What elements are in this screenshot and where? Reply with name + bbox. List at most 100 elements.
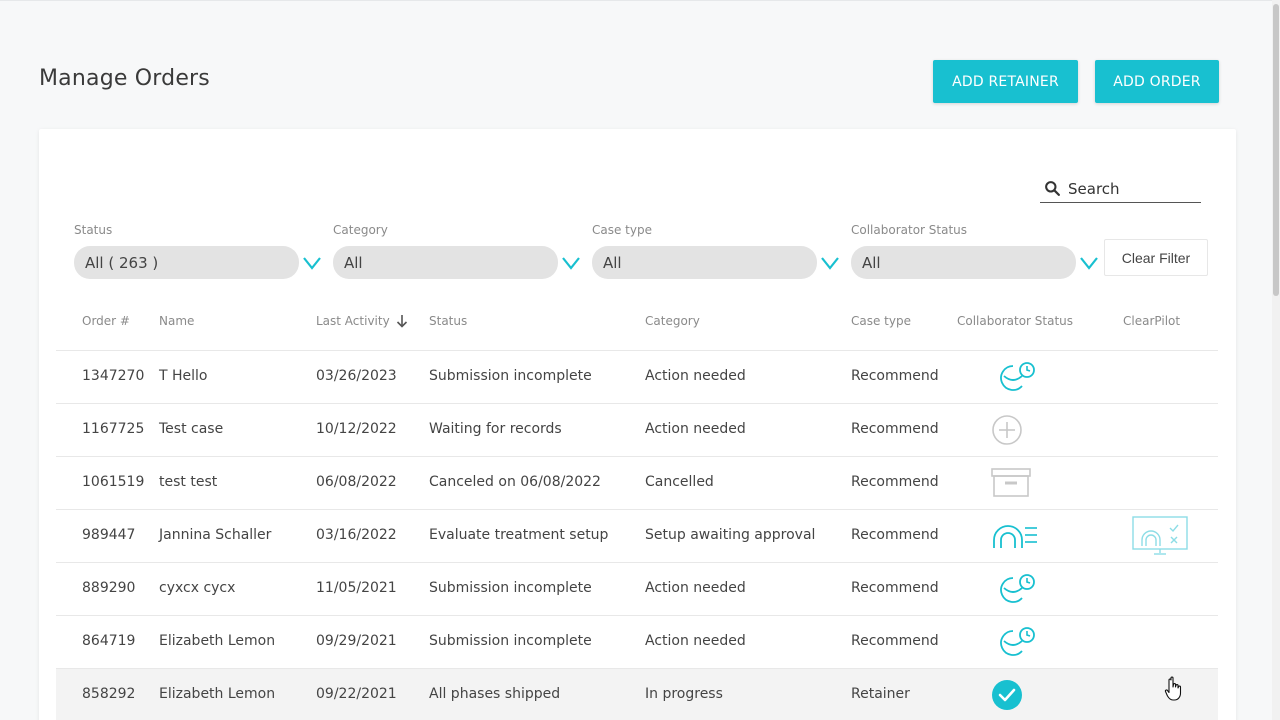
status-cell: All phases shipped (429, 686, 561, 702)
hand-cursor-icon (1164, 676, 1182, 701)
clear-filter-button[interactable]: Clear Filter (1104, 239, 1208, 276)
case-type-cell: Retainer (851, 686, 910, 702)
status-filter-select[interactable]: All ( 263 ) (74, 246, 299, 279)
status-cell: Canceled on 06/08/2022 (429, 474, 601, 490)
case-type-cell: Recommend (851, 474, 939, 490)
name-cell: T Hello (159, 368, 208, 384)
order-number-cell: 1347270 (82, 368, 145, 384)
order-number-cell: 1061519 (82, 474, 145, 490)
table-row[interactable]: 889290 cyxcx cycx 11/05/2021 Submission inc… (56, 563, 1218, 616)
status-cell: Submission incomplete (429, 368, 592, 384)
case-type-filter-label: Case type (592, 223, 652, 237)
column-order-number[interactable]: Order # (82, 314, 130, 328)
status-cell: Submission incomplete (429, 633, 592, 649)
category-cell: Action needed (645, 368, 746, 384)
column-label: Collaborator Status (957, 314, 1074, 328)
table-row[interactable]: 1167725 Test case 10/12/2022 Waiting for re… (56, 404, 1218, 457)
last-activity-cell: 03/16/2022 (316, 527, 397, 543)
name-cell: Test case (159, 421, 224, 437)
table-row[interactable]: 858292 Elizabeth Lemon 09/22/2021 All phase… (56, 669, 1218, 720)
order-number-cell: 889290 (82, 580, 136, 596)
column-label: Status (429, 314, 468, 328)
status-cell: Waiting for records (429, 421, 562, 437)
case-type-cell: Recommend (851, 368, 939, 384)
status-filter-label: Status (74, 223, 113, 237)
category-filter-select[interactable]: All (333, 246, 558, 279)
sort-descending-icon[interactable] (396, 314, 408, 328)
column-status[interactable]: Status (429, 314, 467, 328)
search-input[interactable]: Search (1040, 175, 1201, 203)
table-header: Order # Name Last Activity Status Catego… (56, 299, 1218, 351)
aligner-clock-icon[interactable] (991, 571, 1039, 607)
category-cell: Cancelled (645, 474, 714, 490)
last-activity-cell: 06/08/2022 (316, 474, 397, 490)
case-type-cell: Recommend (851, 421, 939, 437)
column-label: Category (645, 314, 700, 328)
order-number-cell: 989447 (82, 527, 136, 543)
last-activity-cell: 09/22/2021 (316, 686, 397, 702)
chevron-down-icon[interactable] (302, 254, 322, 272)
name-cell: test test (159, 474, 218, 490)
chevron-down-icon[interactable] (561, 254, 581, 272)
column-category[interactable]: Category (645, 314, 700, 328)
column-last-activity[interactable]: Last Activity (316, 314, 408, 328)
last-activity-cell: 10/12/2022 (316, 421, 397, 437)
category-cell: In progress (645, 686, 723, 702)
plus-circle-icon[interactable] (991, 412, 1039, 448)
aligner-clock-icon[interactable] (991, 624, 1039, 660)
column-label: ClearPilot (1123, 314, 1181, 328)
name-cell: Elizabeth Lemon (159, 633, 276, 649)
collaborator-status-filter: Collaborator Status All (851, 223, 1106, 279)
last-activity-cell: 09/29/2021 (316, 633, 397, 649)
status-cell: Submission incomplete (429, 580, 592, 596)
check-circle-icon[interactable] (991, 677, 1039, 713)
category-cell: Setup awaiting approval (645, 527, 816, 543)
category-cell: Action needed (645, 580, 746, 596)
column-name[interactable]: Name (159, 314, 194, 328)
case-type-cell: Recommend (851, 527, 939, 543)
chevron-down-icon[interactable] (820, 254, 840, 272)
add-order-button[interactable]: ADD ORDER (1095, 60, 1219, 103)
search-label: Search (1068, 179, 1120, 198)
column-collaborator-status[interactable]: Collaborator Status (957, 314, 1073, 328)
column-case-type[interactable]: Case type (851, 314, 911, 328)
case-type-filter: Case type All (592, 223, 847, 279)
column-label: Order # (82, 314, 130, 328)
collaborator-status-filter-select[interactable]: All (851, 246, 1076, 279)
status-cell: Evaluate treatment setup (429, 527, 609, 543)
order-number-cell: 858292 (82, 686, 136, 702)
chevron-down-icon[interactable] (1079, 254, 1099, 272)
name-cell: cyxcx cycx (159, 580, 236, 596)
category-filter: Category All (333, 223, 588, 279)
search-icon (1045, 181, 1060, 196)
column-label: Case type (851, 314, 911, 328)
orders-card: Search Status All ( 263 ) Category All C… (39, 129, 1236, 720)
case-type-filter-select[interactable]: All (592, 246, 817, 279)
arch-list-icon[interactable] (991, 518, 1039, 554)
archive-box-icon[interactable] (991, 465, 1039, 501)
category-cell: Action needed (645, 633, 746, 649)
table-row[interactable]: 864719 Elizabeth Lemon 09/29/2021 Submissio… (56, 616, 1218, 669)
order-number-cell: 1167725 (82, 421, 145, 437)
table-row[interactable]: 1061519 test test 06/08/2022 Canceled on 06… (56, 457, 1218, 510)
category-filter-label: Category (333, 223, 388, 237)
name-cell: Jannina Schaller (159, 527, 272, 543)
clearpilot-monitor-icon[interactable] (1132, 516, 1190, 556)
column-label: Name (159, 314, 195, 328)
name-cell: Elizabeth Lemon (159, 686, 276, 702)
last-activity-cell: 11/05/2021 (316, 580, 397, 596)
case-type-cell: Recommend (851, 580, 939, 596)
collaborator-status-filter-label: Collaborator Status (851, 223, 968, 237)
table-row[interactable]: 989447 Jannina Schaller 03/16/2022 Evaluate… (56, 510, 1218, 563)
table-row[interactable]: 1347270 T Hello 03/26/2023 Submission incom… (56, 351, 1218, 404)
column-label: Last Activity (316, 314, 390, 328)
category-cell: Action needed (645, 421, 746, 437)
status-filter: Status All ( 263 ) (74, 223, 329, 279)
column-clearpilot[interactable]: ClearPilot (1123, 314, 1180, 328)
page-scrollbar[interactable] (1272, 0, 1280, 720)
add-retainer-button[interactable]: ADD RETAINER (933, 60, 1078, 103)
aligner-clock-icon[interactable] (991, 359, 1039, 395)
scrollbar-thumb[interactable] (1273, 4, 1279, 296)
top-divider (0, 0, 1272, 1)
page-title: Manage Orders (39, 66, 210, 91)
